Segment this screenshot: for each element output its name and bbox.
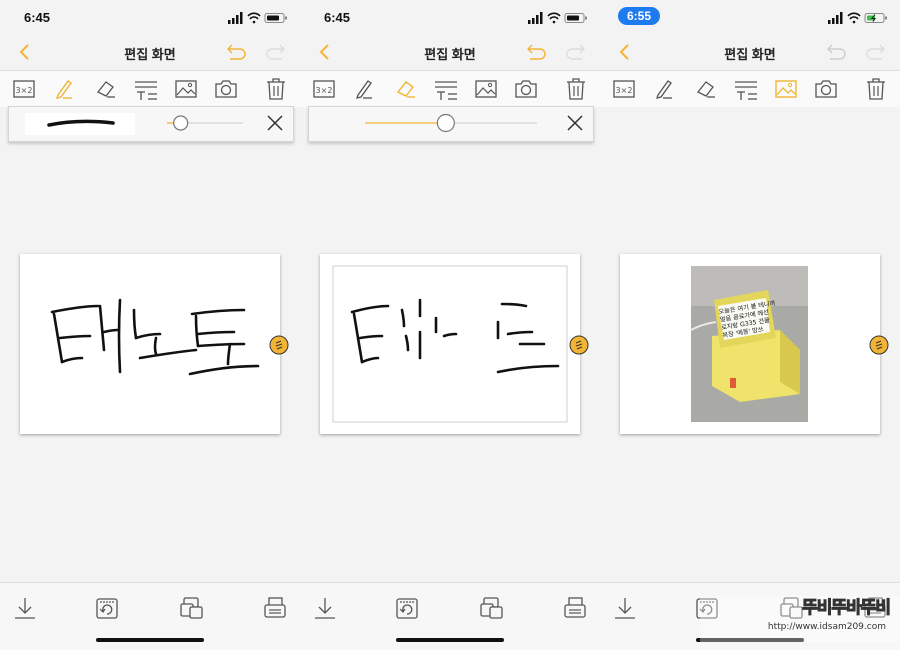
status-icons (228, 12, 288, 24)
page-title: 편집 화면 (124, 47, 176, 62)
edit-toolbar (600, 70, 900, 107)
pen-preview (25, 113, 135, 135)
nav-header: 편집 화면 (300, 36, 600, 70)
eraser-size-slider-knob[interactable] (436, 113, 455, 133)
status-time: 6:55 (618, 7, 661, 25)
eraser-icon[interactable] (692, 75, 720, 103)
watermark-url: http://www.idsam209.com (767, 622, 886, 632)
redo-icon[interactable] (864, 40, 888, 64)
drawing-canvas[interactable] (320, 254, 580, 434)
eraser-icon[interactable] (92, 75, 120, 103)
undo-icon[interactable] (224, 40, 248, 64)
close-icon[interactable] (267, 115, 283, 131)
home-indicator (96, 638, 204, 642)
undo-icon[interactable] (824, 40, 848, 64)
pages-icon[interactable] (178, 595, 204, 621)
eraser-icon[interactable] (392, 75, 420, 103)
image-icon[interactable] (772, 75, 800, 103)
text-icon[interactable] (732, 75, 760, 103)
screen-pen-mode: 6:45 편집 화면 (0, 0, 300, 650)
page-title: 편집 화면 (424, 47, 476, 62)
handwriting-drawing (50, 298, 260, 376)
status-icons (828, 12, 888, 24)
pen-icon[interactable] (650, 75, 678, 103)
handwriting-drawing-erased (332, 265, 568, 423)
status-time: 6:45 (24, 10, 51, 25)
camera-icon[interactable] (212, 75, 240, 103)
drawing-canvas[interactable]: 오늘은 여기 볼 테니까 얼음 음료가에 에선 로지랑 G335 건물 복장 '… (620, 254, 880, 434)
edit-toolbar (300, 70, 600, 107)
camera-icon[interactable] (812, 75, 840, 103)
trash-icon[interactable] (862, 75, 890, 103)
printer-icon[interactable] (562, 595, 588, 621)
pages-icon[interactable] (478, 595, 504, 621)
download-icon[interactable] (312, 595, 338, 621)
status-bar: 6:45 (300, 0, 600, 36)
pen-options-popup (8, 106, 294, 142)
image-icon[interactable] (472, 75, 500, 103)
printer-icon[interactable] (262, 595, 288, 621)
grid-3x2-icon[interactable] (610, 75, 638, 103)
trash-icon[interactable] (562, 75, 590, 103)
camera-icon[interactable] (512, 75, 540, 103)
text-icon[interactable] (132, 75, 160, 103)
download-icon[interactable] (12, 595, 38, 621)
eraser-options-popup (308, 106, 594, 142)
pen-icon[interactable] (350, 75, 378, 103)
page-title: 편집 화면 (724, 47, 776, 62)
page-handle-icon[interactable] (269, 335, 289, 355)
drawing-canvas[interactable] (20, 254, 280, 434)
grid-3x2-icon[interactable] (10, 75, 38, 103)
status-time: 6:45 (324, 10, 351, 25)
watermark-logo: 뚜비뚜바뚜비 (802, 598, 892, 619)
thickness-slider-knob[interactable] (173, 115, 189, 131)
home-indicator (396, 638, 504, 642)
undo-icon[interactable] (524, 40, 548, 64)
trash-icon[interactable] (262, 75, 290, 103)
nav-header: 편집 화면 (600, 36, 900, 70)
page-handle-icon[interactable] (569, 335, 589, 355)
status-icons (528, 12, 588, 24)
inserted-photo[interactable]: 오늘은 여기 볼 테니까 얼음 음료가에 에선 로지랑 G335 건물 복장 '… (620, 254, 880, 434)
text-icon[interactable] (432, 75, 460, 103)
download-icon[interactable] (612, 595, 638, 621)
status-bar: 6:45 (0, 0, 300, 36)
grid-3x2-icon[interactable] (310, 75, 338, 103)
rotate-icon[interactable] (94, 595, 120, 621)
image-icon[interactable] (172, 75, 200, 103)
screen-image-mode: 6:55 편집 화면 오늘은 여기 볼 테니까 얼음 음료가에 에선 로지랑 G… (600, 0, 900, 650)
pen-icon[interactable] (50, 75, 78, 103)
redo-icon[interactable] (564, 40, 588, 64)
screen-eraser-mode: 6:45 편집 화면 (300, 0, 600, 650)
watermark: 뚜비뚜바뚜비 http://www.idsam209.com (700, 596, 900, 642)
rotate-icon[interactable] (394, 595, 420, 621)
redo-icon[interactable] (264, 40, 288, 64)
page-handle-icon[interactable] (869, 335, 889, 355)
close-icon[interactable] (567, 115, 583, 131)
nav-header: 편집 화면 (0, 36, 300, 70)
status-bar: 6:55 (600, 0, 900, 36)
edit-toolbar (0, 70, 300, 107)
